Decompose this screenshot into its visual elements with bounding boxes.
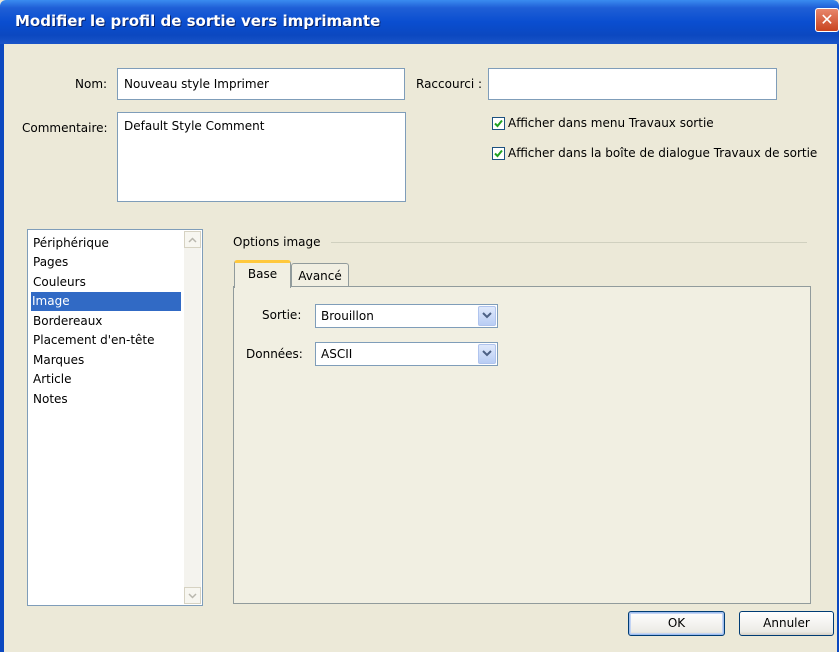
sortie-label: Sortie: [262, 308, 302, 322]
raccourci-field[interactable] [488, 68, 777, 100]
donnees-value: ASCII [321, 347, 353, 361]
raccourci-label: Raccourci : [416, 77, 483, 91]
tab-panel: Sortie: Brouillon Données: ASCII [233, 286, 811, 604]
dropdown-button[interactable] [478, 344, 496, 364]
title-bar[interactable]: Modifier le profil de sortie vers imprim… [0, 0, 839, 44]
tab-base[interactable]: Base [234, 260, 291, 288]
commentaire-label: Commentaire: [22, 121, 108, 135]
show-in-dialog-checkbox[interactable]: Afficher dans la boîte de dialogue Trava… [492, 146, 817, 160]
list-item-bordereaux[interactable]: Bordereaux [32, 312, 102, 331]
checkmark-icon [494, 119, 503, 127]
close-button[interactable]: ✕ [815, 8, 839, 32]
window-title: Modifier le profil de sortie vers imprim… [15, 12, 381, 30]
close-icon: ✕ [820, 10, 834, 29]
show-in-menu-checkbox[interactable]: Afficher dans menu Travaux sortie [492, 116, 714, 130]
checkbox-box[interactable] [492, 116, 505, 130]
donnees-label: Données: [246, 347, 303, 361]
list-item-article[interactable]: Article [32, 370, 72, 389]
checkbox-box[interactable] [492, 146, 505, 160]
checkmark-icon [494, 149, 503, 157]
sortie-value: Brouillon [321, 309, 374, 323]
list-scrollbar[interactable] [184, 231, 201, 604]
donnees-dropdown[interactable]: ASCII [315, 342, 498, 366]
scroll-down-button[interactable] [184, 587, 201, 604]
cancel-button[interactable]: Annuler [739, 611, 834, 636]
list-item-peripherique[interactable]: Périphérique [32, 234, 109, 253]
scroll-up-button[interactable] [184, 231, 201, 248]
chevron-down-icon [188, 593, 197, 599]
nom-label: Nom: [75, 77, 108, 91]
sortie-dropdown[interactable]: Brouillon [315, 304, 498, 328]
ok-button[interactable]: OK [628, 611, 725, 636]
dropdown-button[interactable] [478, 306, 496, 326]
options-group-title: Options image [233, 235, 321, 249]
group-divider [331, 242, 807, 243]
list-item-pages[interactable]: Pages [32, 253, 68, 272]
list-item-couleurs[interactable]: Couleurs [32, 273, 86, 292]
list-item-marques[interactable]: Marques [32, 351, 84, 370]
chevron-up-icon [188, 237, 197, 243]
window-frame-left [0, 44, 4, 652]
chevron-down-icon [482, 312, 492, 319]
category-list[interactable]: Périphérique Pages Couleurs Image Border… [27, 229, 203, 606]
commentaire-field[interactable]: Default Style Comment [117, 112, 406, 202]
list-item-placement[interactable]: Placement d'en-tête [32, 331, 155, 350]
nom-field[interactable]: Nouveau style Imprimer [117, 68, 405, 100]
chevron-down-icon [482, 350, 492, 357]
dialog-window: Modifier le profil de sortie vers imprim… [0, 0, 839, 652]
list-item-image[interactable]: Image [31, 292, 181, 311]
show-in-menu-label: Afficher dans menu Travaux sortie [508, 116, 714, 130]
show-in-dialog-label: Afficher dans la boîte de dialogue Trava… [508, 146, 818, 160]
list-item-notes[interactable]: Notes [32, 390, 68, 409]
